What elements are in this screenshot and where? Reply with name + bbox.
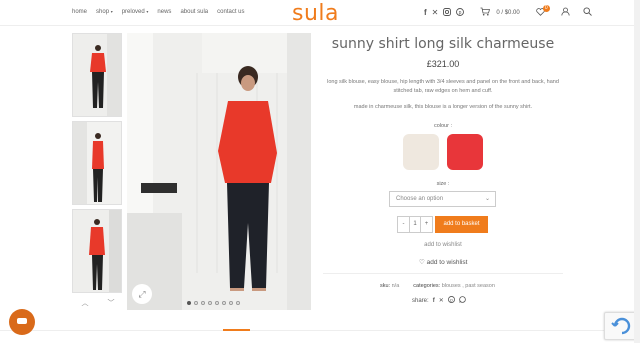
pinterest-icon[interactable]: p — [456, 7, 465, 18]
facebook-icon[interactable]: f — [424, 8, 427, 17]
add-to-wishlist-link[interactable]: add to wishlist — [323, 242, 563, 248]
qty-plus-button[interactable]: + — [421, 217, 432, 232]
quantity-stepper: - 1 + — [397, 216, 433, 233]
qty-input[interactable]: 1 — [409, 217, 421, 232]
nav-home[interactable]: home — [72, 9, 87, 15]
nav-news[interactable]: news — [157, 9, 171, 15]
share-row: share: f ✕ p — [412, 296, 466, 305]
scrollbar[interactable] — [634, 0, 640, 343]
heart-icon[interactable]: 0 — [536, 4, 550, 18]
expand-icon[interactable]: ⤢ — [132, 284, 152, 304]
product-thumbnail-1[interactable] — [72, 33, 122, 117]
model-photo-thumbnail — [73, 122, 121, 204]
colour-swatch-cream[interactable] — [403, 134, 439, 170]
carousel-dot[interactable] — [187, 301, 191, 305]
size-label: size : — [436, 181, 450, 187]
instagram-icon[interactable] — [443, 7, 452, 18]
carousel-dot[interactable] — [201, 301, 205, 305]
header-icons: f ✕ p 0 / $0.00 0 — [424, 4, 592, 18]
nav-preloved-label: preloved — [121, 9, 145, 15]
carousel-dot[interactable] — [229, 301, 233, 305]
nav-about[interactable]: about sula — [180, 9, 208, 15]
add-to-basket-button[interactable]: add to basket — [435, 216, 488, 233]
nav-contact[interactable]: contact us — [217, 9, 244, 15]
whatsapp-icon[interactable] — [458, 296, 466, 305]
product-thumbnail-2[interactable] — [72, 121, 122, 205]
x-icon[interactable]: ✕ — [439, 297, 444, 304]
colour-label: colour : — [433, 123, 453, 129]
sku-value: n/a — [391, 283, 400, 289]
product-description: long silk blouse, easy blouse, hip lengt… — [327, 79, 559, 94]
add-to-wishlist-label: add to wishlist — [426, 259, 468, 266]
carousel-dot[interactable] — [222, 301, 226, 305]
model-photo-thumbnail — [73, 210, 121, 292]
add-to-wishlist-button[interactable]: ♡ add to wishlist — [419, 258, 467, 266]
product-meta: sku: n/a categories: blouses , past seas… — [380, 283, 495, 289]
site-logo[interactable]: sula — [292, 1, 339, 26]
cart-value[interactable]: 0 / $0.00 — [496, 10, 519, 16]
product-thumbnail-3[interactable] — [72, 209, 122, 293]
bottom-tabs-border — [0, 330, 640, 331]
main-product-image[interactable]: ⤢ — [127, 33, 311, 310]
size-select-value: Choose an option — [396, 196, 444, 202]
thumbnail-arrows: ︿ ﹀ — [72, 298, 124, 308]
chevron-up-icon[interactable]: ︿ — [82, 298, 89, 308]
share-label: share: — [412, 297, 429, 304]
categories-label: categories: — [413, 283, 441, 289]
chevron-down-icon[interactable]: ﹀ — [108, 298, 115, 308]
size-select[interactable]: Choose an option ⌄ — [389, 191, 496, 207]
carousel-dot[interactable] — [236, 301, 240, 305]
pinterest-icon[interactable]: p — [447, 296, 455, 305]
model-photo — [127, 33, 311, 310]
sku: sku: n/a — [380, 283, 399, 289]
sku-label: sku: — [380, 283, 391, 289]
nav-preloved[interactable]: preloved ▾ — [122, 9, 149, 15]
heart-icon: ♡ — [419, 259, 425, 266]
colour-swatch-red[interactable] — [447, 134, 483, 170]
categories-value[interactable]: blouses , past season — [442, 283, 495, 289]
nav-shop-label: shop — [96, 9, 110, 15]
chat-icon[interactable] — [9, 309, 35, 335]
cart-icon[interactable] — [480, 7, 491, 18]
qty-minus-button[interactable]: - — [398, 217, 409, 232]
facebook-icon[interactable]: f — [433, 298, 435, 304]
svg-text:p: p — [450, 297, 453, 302]
search-icon[interactable] — [583, 7, 592, 18]
carousel-dot[interactable] — [215, 301, 219, 305]
image-pagination-dots — [187, 301, 240, 305]
carousel-dot[interactable] — [194, 301, 198, 305]
chevron-down-icon: ⌄ — [484, 196, 490, 202]
user-icon[interactable] — [561, 7, 570, 18]
active-tab-indicator — [223, 329, 250, 331]
svg-text:p: p — [459, 10, 462, 16]
product-description-2: made in charmeuse silk, this blouse is a… — [353, 104, 533, 110]
product-title: sunny shirt long silk charmeuse — [331, 36, 555, 52]
wishlist-count-badge: 0 — [542, 4, 550, 12]
divider — [323, 273, 563, 274]
x-icon[interactable]: ✕ — [432, 8, 439, 17]
chevron-down-icon: ▾ — [146, 9, 149, 14]
model-photo-thumbnail — [73, 34, 121, 116]
nav-shop[interactable]: shop ▾ — [96, 9, 113, 15]
product-price: £321.00 — [426, 59, 460, 69]
carousel-dot[interactable] — [208, 301, 212, 305]
categories: categories: blouses , past season — [413, 283, 495, 289]
chevron-down-icon: ▾ — [110, 9, 113, 14]
site-header: home shop ▾ preloved ▾ news about sula c… — [0, 0, 640, 26]
main-nav: home shop ▾ preloved ▾ news about sula c… — [72, 9, 245, 15]
